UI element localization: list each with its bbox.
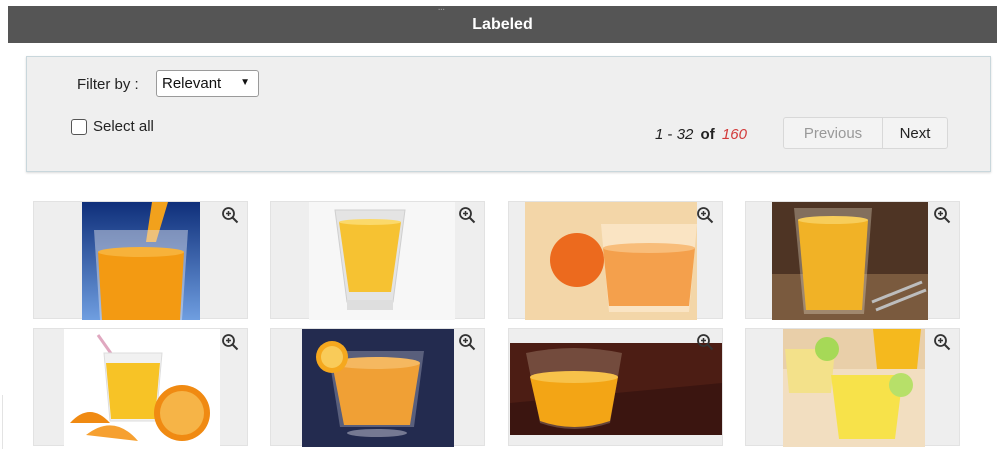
zoom-in-icon[interactable]: [221, 333, 239, 351]
select-all-label: Select all: [93, 118, 154, 135]
thumbnail-image: [309, 202, 455, 320]
image-tile[interactable]: [270, 201, 485, 320]
image-tile[interactable]: [508, 201, 723, 320]
thumbnail-image: [525, 202, 697, 320]
image-tile[interactable]: [33, 328, 248, 447]
zoom-in-icon[interactable]: [696, 206, 714, 224]
filter-value: Relevant: [162, 75, 222, 92]
thumbnail-image: [82, 202, 200, 320]
image-tile[interactable]: [508, 328, 723, 446]
image-tile[interactable]: [745, 328, 960, 447]
thumbnail-image: [64, 329, 220, 447]
zoom-in-icon[interactable]: [221, 206, 239, 224]
next-button[interactable]: Next: [883, 118, 947, 148]
range-total: 160: [721, 126, 747, 143]
left-divider: [2, 395, 3, 449]
zoom-in-icon[interactable]: [933, 206, 951, 224]
image-tile[interactable]: [33, 201, 248, 320]
thumbnail-image: [772, 202, 928, 320]
previous-button[interactable]: Previous: [784, 118, 883, 148]
image-tile[interactable]: [745, 201, 960, 320]
zoom-in-icon[interactable]: [458, 333, 476, 351]
range-end: 32: [676, 126, 694, 143]
page-header: ... Labeled: [8, 5, 997, 43]
result-range: 1 - 32 of 160: [655, 126, 747, 143]
zoom-in-icon[interactable]: [696, 333, 714, 351]
filter-panel: Filter by : Relevant ▼ Select all 1 - 32…: [26, 56, 991, 172]
range-of: of: [700, 126, 715, 143]
thumbnail-image: [783, 329, 925, 447]
page-title: Labeled: [472, 15, 533, 33]
pagination: Previous Next: [783, 117, 948, 149]
filter-dropdown[interactable]: Relevant ▼: [156, 70, 259, 97]
image-tile[interactable]: [270, 328, 485, 447]
zoom-in-icon[interactable]: [458, 206, 476, 224]
caret-down-icon: ▼: [240, 77, 250, 88]
header-faint-caption: ...: [438, 5, 445, 12]
thumbnail-image: [510, 343, 722, 435]
filter-label: Filter by :: [77, 76, 139, 93]
select-all-checkbox[interactable]: [71, 118, 87, 135]
thumbnail-image: [302, 329, 454, 447]
zoom-in-icon[interactable]: [933, 333, 951, 351]
select-all[interactable]: Select all: [71, 118, 154, 135]
range-separator: -: [663, 126, 677, 143]
